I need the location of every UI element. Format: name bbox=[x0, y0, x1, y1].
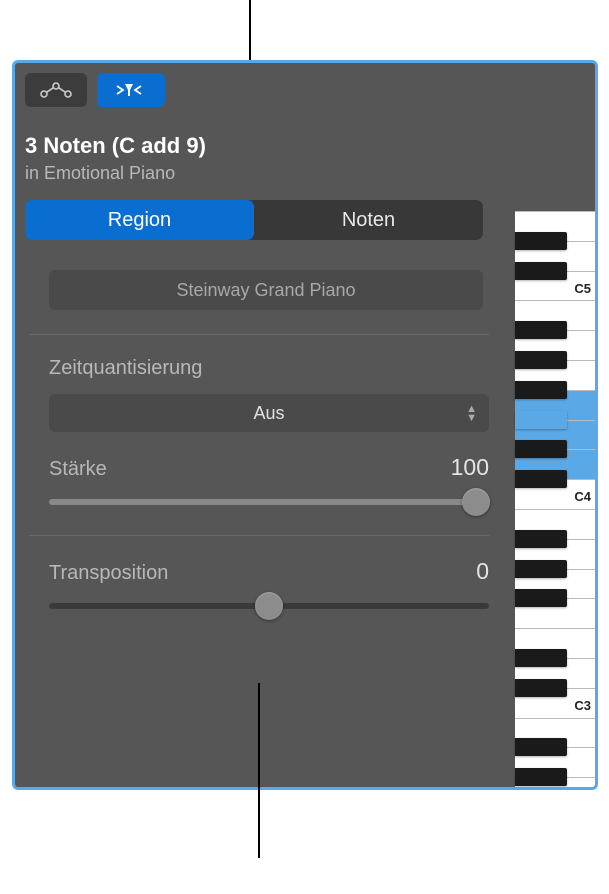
inspector-panel: 3 Noten (C add 9) in Emotional Piano Reg… bbox=[12, 60, 598, 790]
black-key[interactable] bbox=[515, 381, 567, 399]
callout-line-top bbox=[249, 0, 251, 60]
transpose-value: 0 bbox=[476, 558, 489, 585]
automation-view-button[interactable] bbox=[25, 73, 87, 107]
toolbar bbox=[15, 63, 595, 113]
octave-label: C3 bbox=[574, 698, 591, 713]
black-key[interactable] bbox=[515, 649, 567, 667]
strength-label: Stärke bbox=[49, 458, 107, 481]
black-key[interactable] bbox=[515, 589, 567, 607]
header: 3 Noten (C add 9) in Emotional Piano bbox=[15, 113, 595, 200]
tab-region[interactable]: Region bbox=[25, 200, 254, 240]
midi-funnel-icon bbox=[111, 80, 151, 100]
divider bbox=[29, 535, 489, 536]
quantize-label: Zeitquantisierung bbox=[49, 357, 489, 380]
black-key[interactable] bbox=[515, 738, 567, 756]
transpose-slider-knob[interactable] bbox=[255, 592, 283, 620]
quantize-section: Zeitquantisierung Aus ▲▼ bbox=[49, 357, 489, 432]
divider bbox=[29, 334, 489, 335]
instrument-name-field[interactable]: Steinway Grand Piano bbox=[49, 270, 483, 310]
tab-noten[interactable]: Noten bbox=[254, 200, 483, 240]
strength-slider-knob[interactable] bbox=[462, 488, 490, 516]
transpose-section: Transposition 0 bbox=[49, 558, 489, 609]
automation-icon bbox=[39, 81, 73, 99]
transpose-slider[interactable] bbox=[49, 603, 489, 609]
selection-title: 3 Noten (C add 9) bbox=[25, 133, 585, 159]
black-key[interactable] bbox=[515, 262, 567, 280]
black-key[interactable] bbox=[515, 530, 567, 548]
black-key[interactable] bbox=[515, 768, 567, 786]
chevron-updown-icon: ▲▼ bbox=[466, 405, 477, 422]
piano-keyboard[interactable]: C5 C4 C3 bbox=[515, 211, 595, 789]
black-key[interactable] bbox=[515, 321, 567, 339]
strength-slider[interactable] bbox=[49, 499, 489, 505]
black-key[interactable] bbox=[515, 411, 567, 429]
octave-label: C4 bbox=[574, 489, 591, 504]
quantize-value: Aus bbox=[49, 403, 489, 424]
black-key[interactable] bbox=[515, 470, 567, 488]
quantize-dropdown[interactable]: Aus ▲▼ bbox=[49, 394, 489, 432]
black-key[interactable] bbox=[515, 440, 567, 458]
midi-in-button[interactable] bbox=[97, 73, 165, 107]
strength-slider-fill bbox=[49, 499, 489, 505]
tab-segmented-control: Region Noten bbox=[25, 200, 483, 240]
strength-value: 100 bbox=[451, 454, 489, 481]
black-key[interactable] bbox=[515, 351, 567, 369]
strength-section: Stärke 100 bbox=[49, 454, 489, 505]
transpose-label: Transposition bbox=[49, 562, 168, 585]
black-key[interactable] bbox=[515, 232, 567, 250]
black-key[interactable] bbox=[515, 679, 567, 697]
callout-line-bottom bbox=[258, 683, 260, 858]
octave-label: C5 bbox=[574, 281, 591, 296]
selection-subtitle: in Emotional Piano bbox=[25, 163, 585, 184]
black-key[interactable] bbox=[515, 560, 567, 578]
